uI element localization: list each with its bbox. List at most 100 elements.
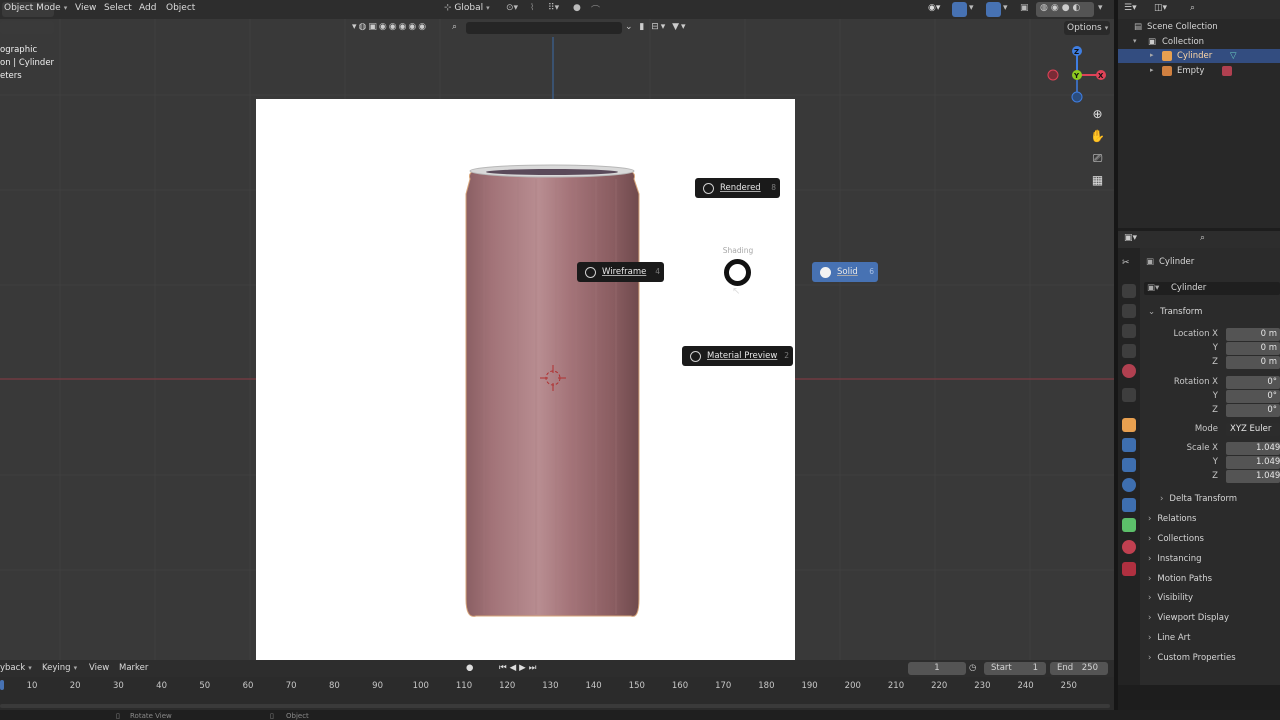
visibility-eye-icon[interactable]: ◉▾ bbox=[928, 3, 940, 13]
mesh-data-icon: ▽ bbox=[1230, 51, 1237, 61]
pie-rendered-button[interactable]: Rendered 8 bbox=[695, 178, 780, 198]
timeline-view-menu[interactable]: View bbox=[89, 663, 109, 673]
outliner-item-empty[interactable]: ▸ Empty bbox=[1118, 64, 1280, 78]
snap-icon[interactable]: ⌇ bbox=[530, 3, 534, 13]
frame-tick-label: 220 bbox=[931, 681, 948, 691]
collection-tab-icon[interactable] bbox=[1122, 388, 1136, 402]
outliner-panel: ☰▾ ◫▾ ⌕ ▤ Scene Collection ▾ ▣ Collectio… bbox=[1118, 0, 1280, 228]
transform-panel-header[interactable]: ⌄ Transform bbox=[1148, 307, 1202, 317]
object-name-field[interactable] bbox=[1144, 282, 1280, 295]
start-frame-field[interactable]: Start 1 bbox=[984, 662, 1046, 675]
grid-toggle-icon[interactable]: ▦ bbox=[1089, 172, 1106, 189]
gizmo-dropdown-icon[interactable]: ▾ bbox=[969, 3, 974, 13]
shading-dropdown-icon[interactable]: ▾ bbox=[1098, 3, 1103, 13]
options-dropdown[interactable]: Options ▾ bbox=[1064, 21, 1110, 35]
collections-panel[interactable]: Collections bbox=[1148, 534, 1203, 544]
editor-type-icon[interactable]: ☰▾ bbox=[1124, 3, 1137, 13]
material-tab-icon[interactable] bbox=[1122, 540, 1136, 554]
camera-view-icon[interactable]: ⎚ bbox=[1089, 150, 1106, 167]
3d-viewport[interactable]: Object Mode ▾ View Select Add Object ⊹ Gl… bbox=[0, 0, 1114, 660]
outliner-collection[interactable]: ▾ ▣ Collection bbox=[1118, 35, 1280, 49]
selection-mode-buttons[interactable] bbox=[0, 21, 54, 34]
rotation-y-field[interactable]: 0° bbox=[1226, 390, 1280, 403]
pivot-point-icon[interactable]: ⊙▾ bbox=[506, 3, 518, 13]
snap-target-icon[interactable]: ⠿▾ bbox=[548, 3, 559, 13]
rotation-x-field[interactable]: 0° bbox=[1226, 376, 1280, 389]
record-icon[interactable]: ● bbox=[466, 663, 473, 673]
outliner-search-icon[interactable]: ⌕ bbox=[1190, 3, 1195, 13]
visibility-panel[interactable]: Visibility bbox=[1148, 593, 1193, 603]
menu-add[interactable]: Add bbox=[139, 3, 156, 13]
object-tab-icon[interactable] bbox=[1122, 418, 1136, 432]
end-frame-field[interactable]: End 250 bbox=[1050, 662, 1108, 675]
overlay-dropdown-icon[interactable]: ▾ bbox=[1003, 3, 1008, 13]
world-tab-icon[interactable] bbox=[1122, 364, 1136, 378]
rotation-mode-dropdown[interactable]: XYZ Euler bbox=[1226, 423, 1280, 436]
keying-menu[interactable]: Keying ▾ bbox=[42, 663, 77, 673]
frame-tick-label: 150 bbox=[628, 681, 645, 691]
expand-arrow-icon[interactable]: ▸ bbox=[1150, 66, 1154, 74]
proportional-edit-icon[interactable]: ● bbox=[573, 3, 581, 13]
current-frame-field[interactable]: 1 bbox=[908, 662, 966, 675]
expand-arrow-icon[interactable]: ▾ bbox=[1133, 37, 1137, 45]
navigation-gizmo[interactable]: Z X Y bbox=[1044, 42, 1110, 104]
texture-tab-icon[interactable] bbox=[1122, 562, 1136, 576]
scale-z-field[interactable]: 1.049 bbox=[1226, 470, 1280, 483]
tool-tab-icon[interactable]: ✂ bbox=[1122, 258, 1136, 272]
scene-tab-icon[interactable] bbox=[1122, 344, 1136, 358]
frame-tick-label: 40 bbox=[156, 681, 168, 691]
playback-controls-icons[interactable]: ⏮◀▶⏭ bbox=[499, 663, 539, 673]
instancing-panel[interactable]: Instancing bbox=[1148, 554, 1201, 564]
display-mode-icon[interactable]: ◫▾ bbox=[1154, 3, 1167, 13]
units-text: eters bbox=[0, 71, 22, 81]
falloff-icon[interactable]: ⌒ bbox=[591, 3, 600, 16]
menu-select[interactable]: Select bbox=[104, 3, 132, 13]
properties-editor-icon[interactable]: ▣▾ bbox=[1124, 233, 1137, 243]
zoom-icon[interactable]: ⊕ bbox=[1089, 106, 1106, 123]
outliner-item-cylinder[interactable]: ▸ Cylinder ▽ bbox=[1118, 49, 1280, 63]
menu-object[interactable]: Object bbox=[166, 3, 195, 13]
xray-icon[interactable]: ▣ bbox=[1020, 3, 1029, 13]
gizmo-toggle-button[interactable] bbox=[952, 2, 967, 17]
viewport-display-panel[interactable]: Viewport Display bbox=[1148, 613, 1229, 623]
playback-menu[interactable]: yback ▾ bbox=[0, 663, 32, 673]
expand-arrow-icon[interactable]: ▸ bbox=[1150, 51, 1154, 59]
properties-search-icon[interactable]: ⌕ bbox=[1200, 233, 1205, 243]
particles-tab-icon[interactable] bbox=[1122, 458, 1136, 472]
playhead[interactable] bbox=[0, 680, 4, 690]
subheader-tool-icons[interactable]: ⌄ ▮ ⊟▾ ▼▾ bbox=[625, 22, 688, 32]
menu-view[interactable]: View bbox=[75, 3, 96, 13]
output-tab-icon[interactable] bbox=[1122, 304, 1136, 318]
pie-material-preview-button[interactable]: Material Preview 2 bbox=[682, 346, 793, 366]
marker-menu[interactable]: Marker bbox=[119, 663, 148, 673]
transform-orientation-dropdown[interactable]: ⊹ Global ▾ bbox=[444, 3, 490, 13]
outliner-scene-collection[interactable]: ▤ Scene Collection bbox=[1118, 20, 1280, 34]
custom-properties-panel[interactable]: Custom Properties bbox=[1148, 653, 1235, 663]
modifier-tab-icon[interactable] bbox=[1122, 438, 1136, 452]
view-layer-tab-icon[interactable] bbox=[1122, 324, 1136, 338]
gizmo-x-label: X bbox=[1098, 72, 1104, 80]
overlay-toggle-button[interactable] bbox=[986, 2, 1001, 17]
location-z-field[interactable]: 0 m bbox=[1226, 356, 1280, 369]
constraints-tab-icon[interactable] bbox=[1122, 498, 1136, 512]
line-art-panel[interactable]: Line Art bbox=[1148, 633, 1190, 643]
physics-tab-icon[interactable] bbox=[1122, 478, 1136, 492]
filter-icons[interactable]: ▾◍▣◉◉◉◉◉ bbox=[352, 22, 428, 32]
scale-x-field[interactable]: 1.049 bbox=[1226, 442, 1280, 455]
scale-y-field[interactable]: 1.049 bbox=[1226, 456, 1280, 469]
relations-panel[interactable]: Relations bbox=[1148, 514, 1196, 524]
motion-paths-panel[interactable]: Motion Paths bbox=[1148, 574, 1212, 584]
delta-transform-subpanel[interactable]: Delta Transform bbox=[1160, 494, 1237, 504]
search-input[interactable] bbox=[466, 22, 622, 34]
location-x-field[interactable]: 0 m bbox=[1226, 328, 1280, 341]
pan-hand-icon[interactable]: ✋ bbox=[1089, 128, 1106, 145]
location-y-field[interactable]: 0 m bbox=[1226, 342, 1280, 355]
render-tab-icon[interactable] bbox=[1122, 284, 1136, 298]
data-tab-icon[interactable] bbox=[1122, 518, 1136, 532]
pie-solid-button[interactable]: Solid 6 bbox=[812, 262, 878, 282]
rotation-z-field[interactable]: 0° bbox=[1226, 404, 1280, 417]
mode-selector[interactable]: Object Mode ▾ bbox=[4, 3, 67, 13]
pie-wireframe-button[interactable]: Wireframe 4 bbox=[577, 262, 664, 282]
timeline-scrollbar[interactable] bbox=[0, 704, 1110, 708]
shading-mode-icons[interactable]: ◍◉●◐ bbox=[1040, 3, 1083, 13]
